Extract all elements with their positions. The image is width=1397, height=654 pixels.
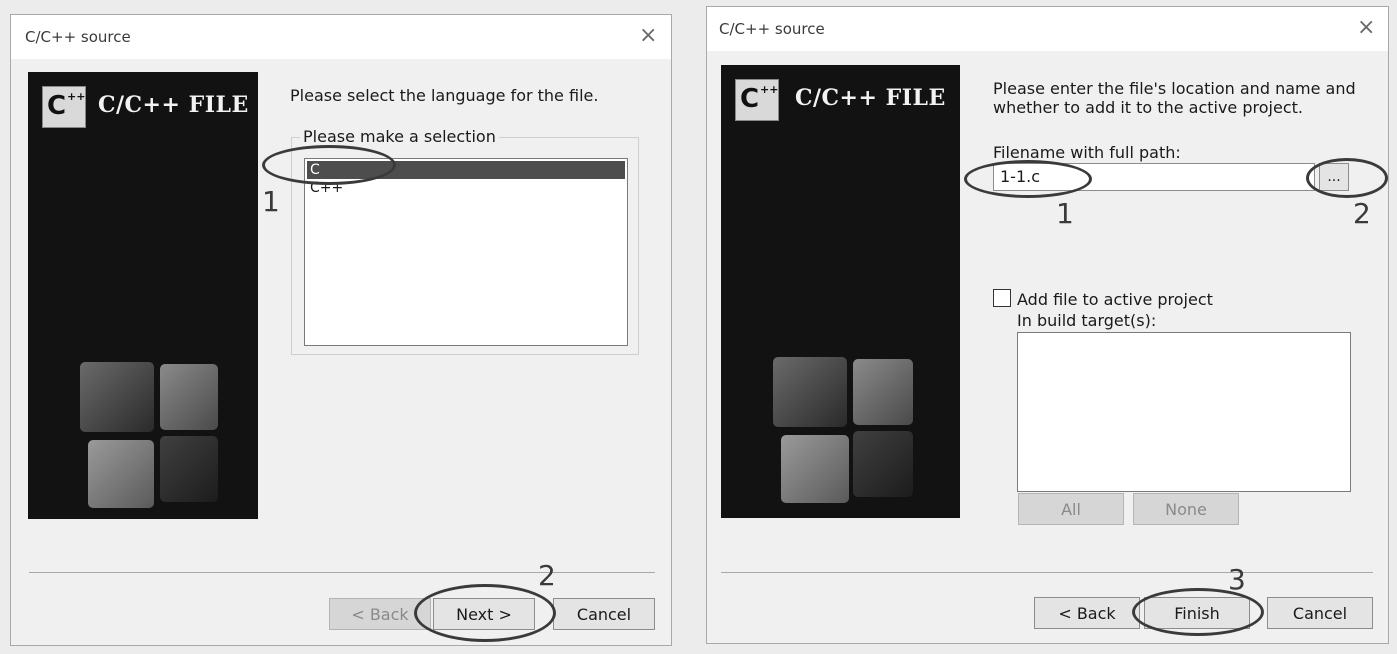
prompt-text: Please select the language for the file. xyxy=(290,86,599,105)
select-none-button[interactable]: None xyxy=(1133,493,1239,525)
close-icon[interactable]: × xyxy=(1357,17,1375,39)
back-button[interactable]: < Back xyxy=(1034,597,1140,629)
title-bar: C/C++ source × xyxy=(707,7,1388,51)
language-listbox[interactable]: C C++ xyxy=(304,158,628,346)
cancel-button[interactable]: Cancel xyxy=(553,598,655,630)
add-to-project-checkbox[interactable] xyxy=(993,289,1011,307)
wizard-banner: C ++ C/C++ FILE xyxy=(28,72,258,519)
annotation-ring xyxy=(414,584,556,642)
title-bar: C/C++ source × xyxy=(11,15,671,59)
dialog-title: C/C++ source xyxy=(719,20,825,38)
annotation-number: 3 xyxy=(1228,563,1246,596)
dialog-title: C/C++ source xyxy=(25,28,131,46)
annotation-number: 1 xyxy=(1056,197,1074,230)
cube-icon xyxy=(853,431,913,497)
separator xyxy=(29,572,655,573)
build-targets-label: In build target(s): xyxy=(1017,311,1157,330)
language-dialog: C/C++ source × C ++ C/C++ FILE Please se… xyxy=(10,14,672,646)
annotation-ring xyxy=(262,145,396,185)
cube-icon xyxy=(80,362,154,432)
cancel-button[interactable]: Cancel xyxy=(1267,597,1373,629)
cpp-logo-icon: C ++ xyxy=(735,79,779,121)
wizard-banner: C ++ C/C++ FILE xyxy=(721,65,960,518)
annotation-ring xyxy=(1306,158,1388,198)
annotation-number: 2 xyxy=(538,559,556,592)
annotation-number: 2 xyxy=(1353,197,1371,230)
cube-icon xyxy=(781,435,849,503)
banner-title: C/C++ FILE xyxy=(98,92,249,118)
cpp-logo-icon: C ++ xyxy=(42,86,86,128)
cube-icon xyxy=(853,359,913,425)
add-to-project-label: Add file to active project xyxy=(1017,290,1213,309)
close-icon[interactable]: × xyxy=(639,25,657,47)
build-targets-listbox[interactable] xyxy=(1017,332,1351,492)
cube-icon xyxy=(160,364,218,430)
separator xyxy=(721,572,1373,573)
annotation-number: 1 xyxy=(262,185,280,218)
prompt-line-1: Please enter the file's location and nam… xyxy=(993,79,1356,98)
cube-icon xyxy=(160,436,218,502)
cube-icon xyxy=(773,357,847,427)
file-location-dialog: C/C++ source × C ++ C/C++ FILE Please en… xyxy=(706,6,1389,644)
group-label: Please make a selection xyxy=(300,127,499,146)
select-all-button[interactable]: All xyxy=(1018,493,1124,525)
cube-icon xyxy=(88,440,154,508)
annotation-ring xyxy=(964,160,1092,198)
prompt-line-2: whether to add it to the active project. xyxy=(993,98,1303,117)
banner-title: C/C++ FILE xyxy=(795,85,946,111)
